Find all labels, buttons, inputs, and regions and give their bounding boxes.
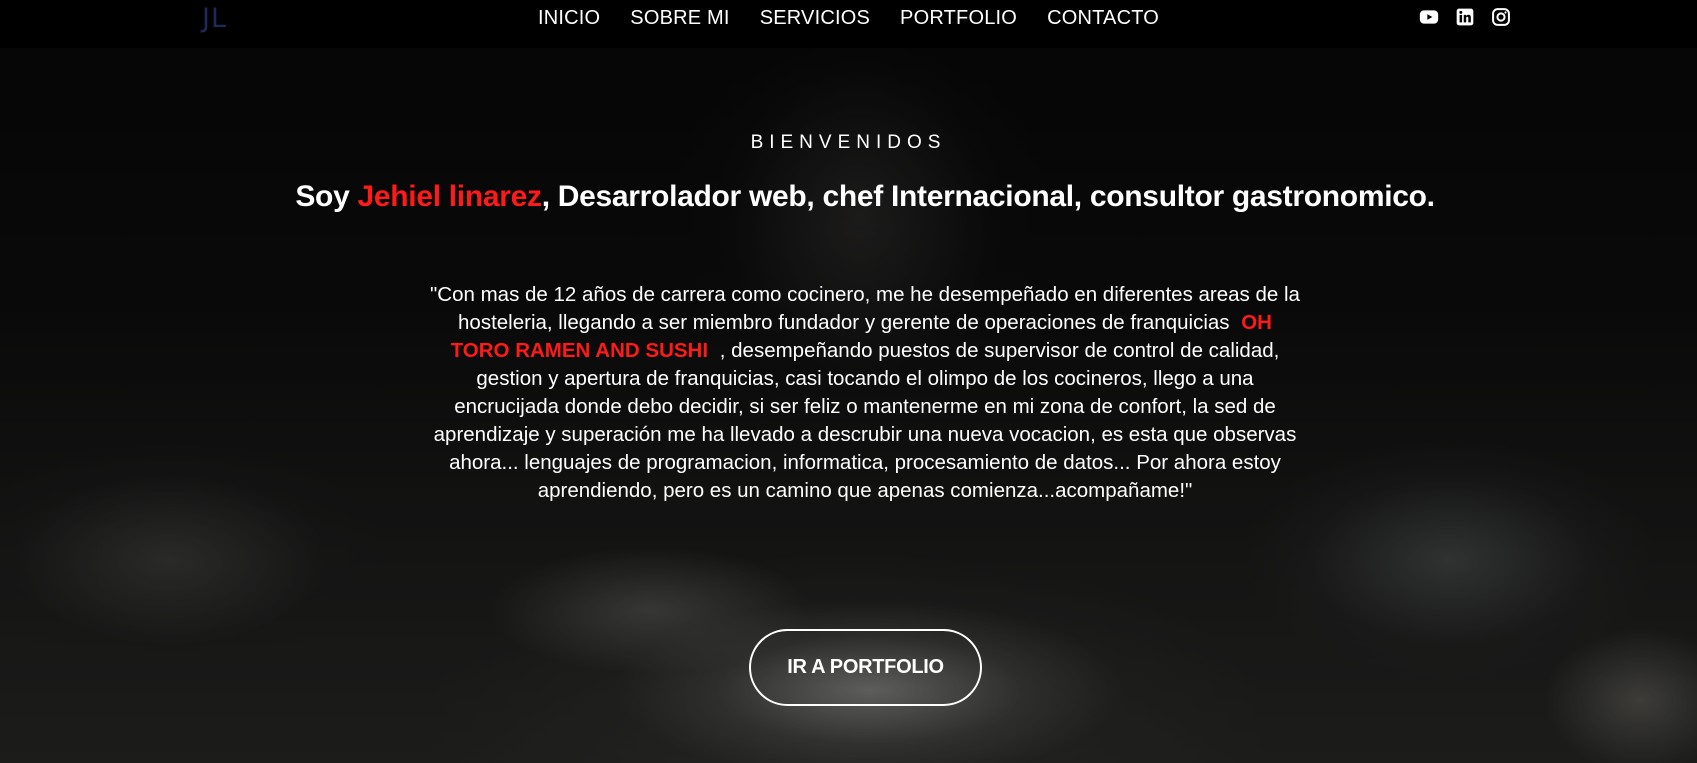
linkedin-icon[interactable] [1455,7,1475,27]
hero-headline: Soy Jehiel linarez, Desarrolador web, ch… [0,180,1697,214]
bio-paragraph: "Con mas de 12 años de carrera como coci… [430,281,1300,505]
headline-prefix: Soy [295,180,358,213]
nav-link-servicios[interactable]: SERVICIOS [745,0,885,36]
nav-link-inicio[interactable]: INICIO [523,0,615,36]
page: JL INICIO SOBRE MI SERVICIOS PORTFOLIO C… [0,0,1697,763]
navbar: JL INICIO SOBRE MI SERVICIOS PORTFOLIO C… [0,0,1697,48]
hero-section: BIENVENIDOS Soy Jehiel linarez, Desarrol… [0,0,1697,763]
welcome-heading: BIENVENIDOS [750,132,947,153]
headline-name: Jehiel linarez [357,180,542,213]
bio-text-after: , desempeñando puestos de supervisor de … [433,339,1297,502]
instagram-icon[interactable] [1491,7,1511,27]
social-links [1419,7,1511,27]
portfolio-button[interactable]: IR A PORTFOLIO [749,629,982,706]
nav-link-sobre-mi[interactable]: SOBRE MI [615,0,744,36]
nav-link-contacto[interactable]: CONTACTO [1032,0,1174,36]
nav-link-portfolio[interactable]: PORTFOLIO [885,0,1032,36]
bio-text-before: "Con mas de 12 años de carrera como coci… [430,283,1300,334]
headline-suffix: , Desarrolador web, chef Internacional, … [541,180,1435,213]
youtube-icon[interactable] [1419,7,1439,27]
